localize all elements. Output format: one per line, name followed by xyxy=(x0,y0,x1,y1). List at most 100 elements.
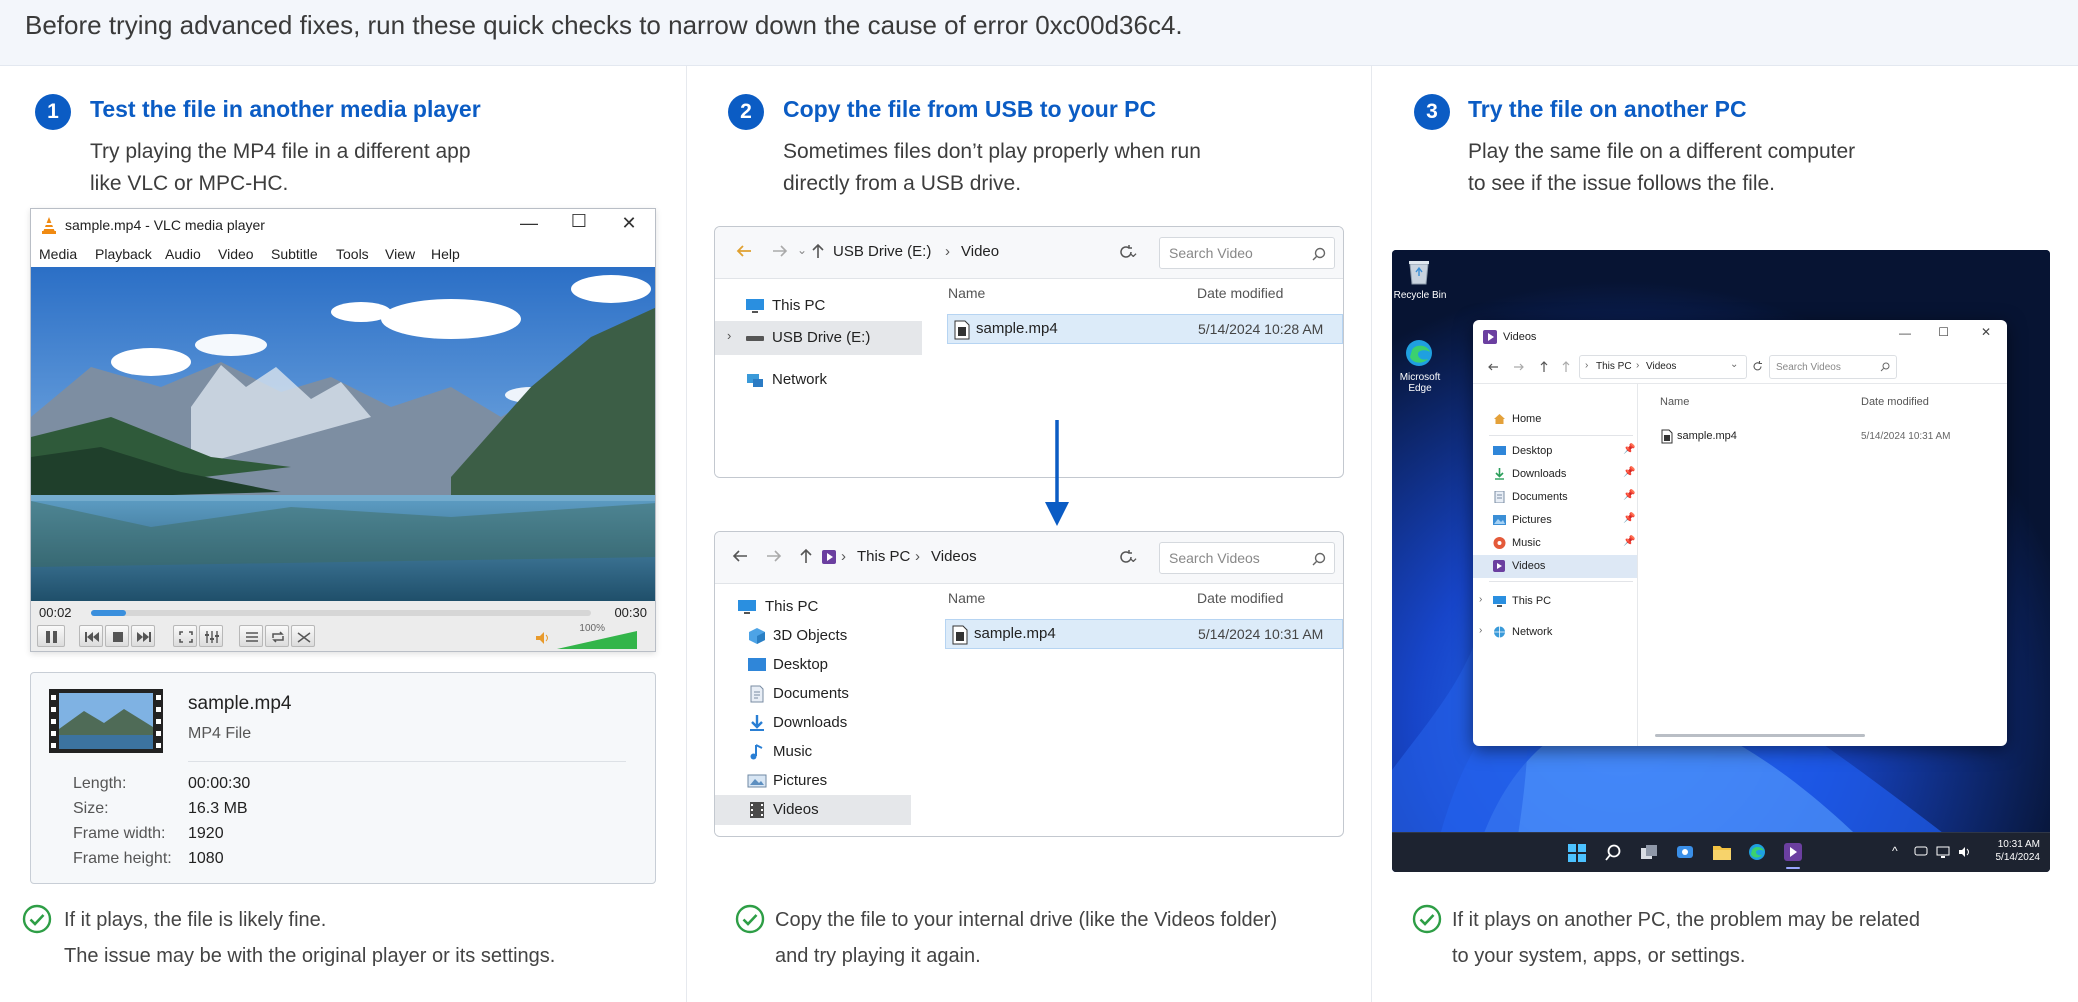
pin-icon[interactable]: 📌 xyxy=(1623,513,1635,524)
nav-item-music[interactable]: Music 📌 xyxy=(1473,532,1637,555)
breadcrumb-folder[interactable]: Video xyxy=(961,243,999,260)
breadcrumb-folder[interactable]: Videos xyxy=(931,548,977,565)
pause-button[interactable] xyxy=(37,625,65,647)
shuffle-button[interactable] xyxy=(291,625,315,647)
recycle-bin-icon[interactable] xyxy=(1406,258,1432,286)
search-icon[interactable] xyxy=(1604,844,1622,862)
up-arrow-icon[interactable] xyxy=(1539,360,1549,373)
column-header-name[interactable]: Name xyxy=(1660,396,1689,408)
menu-view[interactable]: View xyxy=(385,246,415,262)
search-box[interactable]: Search Videos xyxy=(1769,355,1897,379)
forward-arrow-icon[interactable] xyxy=(765,548,783,564)
menu-help[interactable]: Help xyxy=(431,246,460,262)
column-header-date[interactable]: Date modified xyxy=(1197,590,1283,606)
menu-subtitle[interactable]: Subtitle xyxy=(271,246,318,262)
maximize-button[interactable]: ☐ xyxy=(567,211,591,232)
minimize-button[interactable]: — xyxy=(1899,326,1911,340)
back-arrow-icon[interactable] xyxy=(1487,361,1499,373)
up-arrow-icon[interactable] xyxy=(1561,360,1571,373)
menu-playback[interactable]: Playback xyxy=(95,246,152,262)
chevron-right-icon[interactable]: › xyxy=(1479,594,1482,605)
task-view-icon[interactable] xyxy=(1640,844,1658,862)
pin-icon[interactable]: 📌 xyxy=(1623,444,1635,455)
nav-item-videos[interactable]: Videos xyxy=(715,795,911,825)
extended-settings-button[interactable] xyxy=(199,625,223,647)
address-bar[interactable]: USB Drive (E:) › Video ⌄ xyxy=(827,237,1157,269)
seek-bar[interactable] xyxy=(91,610,591,616)
address-bar[interactable]: › This PC › Videos ⌄ xyxy=(1579,355,1747,379)
nav-item-desktop[interactable]: Desktop 📌 xyxy=(1473,440,1637,463)
nav-item-this-pc[interactable]: This PC xyxy=(715,291,922,321)
menu-video[interactable]: Video xyxy=(218,246,254,262)
nav-item-home[interactable]: Home xyxy=(1473,408,1637,431)
chevron-right-icon[interactable]: › xyxy=(727,328,731,343)
back-arrow-icon[interactable] xyxy=(735,243,753,259)
search-box[interactable]: Search Video xyxy=(1159,237,1335,269)
chat-bubble-icon[interactable] xyxy=(1914,845,1928,859)
address-bar[interactable]: › This PC › Videos ⌄ xyxy=(819,542,1159,574)
column-header-date[interactable]: Date modified xyxy=(1861,396,1929,408)
chat-icon[interactable] xyxy=(1676,844,1694,862)
refresh-icon[interactable] xyxy=(1117,243,1135,261)
nav-item-documents[interactable]: Documents 📌 xyxy=(1473,486,1637,509)
chevron-right-icon[interactable]: › xyxy=(1479,625,1482,636)
minimize-button[interactable]: — xyxy=(517,213,541,234)
volume-slider[interactable] xyxy=(557,631,637,649)
videos-app-icon[interactable] xyxy=(1784,843,1802,861)
network-status-icon[interactable] xyxy=(1936,845,1950,859)
nav-item-this-pc[interactable]: › This PC xyxy=(1473,590,1637,613)
loop-button[interactable] xyxy=(265,625,289,647)
chevron-down-icon[interactable]: ⌄ xyxy=(1730,359,1738,370)
up-arrow-icon[interactable] xyxy=(799,547,813,565)
file-explorer-icon[interactable] xyxy=(1712,843,1732,861)
stop-button[interactable] xyxy=(105,625,129,647)
up-arrow-icon[interactable] xyxy=(811,242,825,260)
column-header-date[interactable]: Date modified xyxy=(1197,285,1283,301)
breadcrumb-folder[interactable]: Videos xyxy=(1646,361,1676,372)
start-windows-icon[interactable] xyxy=(1568,844,1586,862)
nav-item-pictures[interactable]: Pictures xyxy=(715,766,911,796)
breadcrumb-root[interactable]: This PC xyxy=(857,548,910,565)
taskbar-clock[interactable]: 10:31 AM 5/14/2024 xyxy=(1996,838,2041,864)
file-row[interactable]: sample.mp4 5/14/2024 10:28 AM xyxy=(947,314,1343,344)
menu-tools[interactable]: Tools xyxy=(336,246,369,262)
close-button[interactable]: ✕ xyxy=(1981,325,1991,339)
playlist-button[interactable] xyxy=(239,625,263,647)
pin-icon[interactable]: 📌 xyxy=(1623,490,1635,501)
search-box[interactable]: Search Videos xyxy=(1159,542,1335,574)
chevron-up-icon[interactable]: ^ xyxy=(1892,844,1898,858)
microsoft-edge-icon[interactable] xyxy=(1404,338,1434,368)
nav-item-downloads[interactable]: Downloads xyxy=(715,708,911,738)
recent-locations-icon[interactable]: ⌄ xyxy=(797,243,807,257)
back-arrow-icon[interactable] xyxy=(731,548,749,564)
column-header-name[interactable]: Name xyxy=(948,590,985,606)
forward-arrow-icon[interactable] xyxy=(1513,361,1525,373)
pin-icon[interactable]: 📌 xyxy=(1623,467,1635,478)
refresh-icon[interactable] xyxy=(1751,360,1764,373)
forward-arrow-icon[interactable] xyxy=(771,243,789,259)
nav-item-videos[interactable]: Videos xyxy=(1473,555,1637,578)
volume-icon[interactable] xyxy=(1958,845,1972,859)
next-button[interactable] xyxy=(131,625,155,647)
pin-icon[interactable]: 📌 xyxy=(1623,536,1635,547)
nav-item-music[interactable]: Music xyxy=(715,737,911,767)
breadcrumb-root[interactable]: This PC xyxy=(1596,361,1632,372)
fullscreen-button[interactable] xyxy=(173,625,197,647)
file-row[interactable]: sample.mp4 5/14/2024 10:31 AM xyxy=(945,619,1343,649)
nav-item-downloads[interactable]: Downloads 📌 xyxy=(1473,463,1637,486)
menu-audio[interactable]: Audio xyxy=(165,246,201,262)
maximize-button[interactable]: ☐ xyxy=(1938,325,1949,339)
microsoft-edge-icon[interactable] xyxy=(1748,843,1766,861)
column-header-name[interactable]: Name xyxy=(948,285,985,301)
nav-item-desktop[interactable]: Desktop xyxy=(715,650,911,680)
nav-item-3d-objects[interactable]: 3D Objects xyxy=(715,621,911,651)
nav-item-pictures[interactable]: Pictures 📌 xyxy=(1473,509,1637,532)
menu-media[interactable]: Media xyxy=(39,246,77,262)
refresh-icon[interactable] xyxy=(1117,548,1135,566)
horizontal-scrollbar[interactable] xyxy=(1655,734,1865,737)
nav-item-network[interactable]: Network xyxy=(715,365,922,395)
breadcrumb-drive[interactable]: USB Drive (E:) xyxy=(833,243,931,260)
nav-item-documents[interactable]: Documents xyxy=(715,679,911,709)
nav-item-usb-drive[interactable]: › USB Drive (E:) xyxy=(715,321,922,355)
previous-button[interactable] xyxy=(79,625,103,647)
